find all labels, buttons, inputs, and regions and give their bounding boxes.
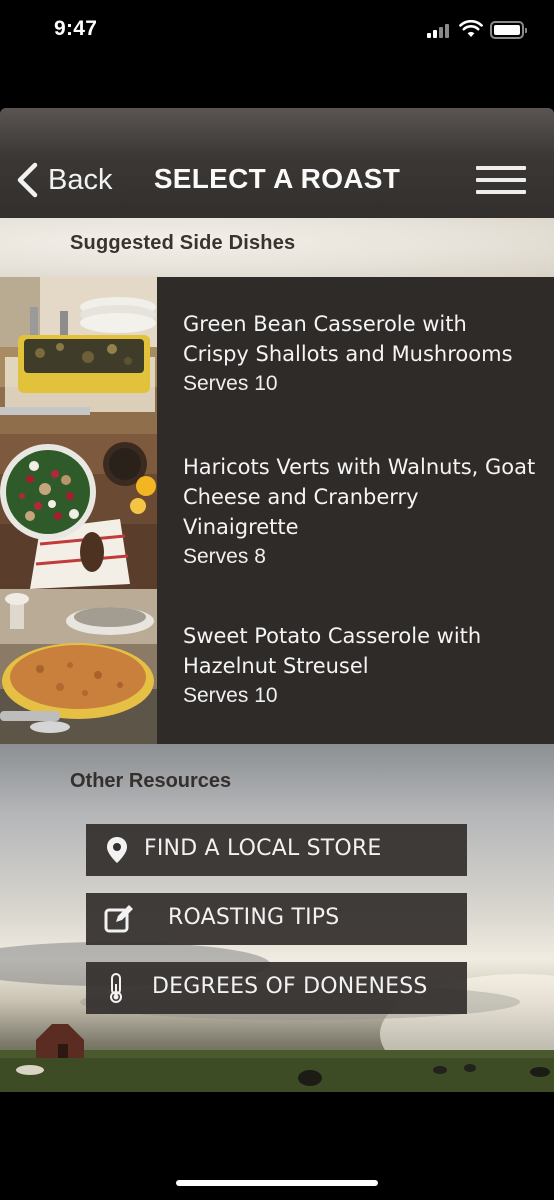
find-local-store-button[interactable]: FIND A LOCAL STORE — [86, 824, 467, 876]
page-title: SELECT A ROAST — [153, 163, 401, 194]
dish-name-line: Vinaigrette — [183, 515, 299, 539]
degrees-of-doneness-label: DEGREES OF DONENESS — [152, 974, 428, 999]
status-time: 9:47 — [54, 17, 98, 40]
wifi-icon — [459, 20, 483, 37]
sweet-potato-casserole-photo — [0, 589, 157, 744]
dish-name-line: Crispy Shallots and Mushrooms — [183, 342, 513, 366]
dish-name-line: Green Bean Casserole with — [183, 312, 467, 336]
green-bean-casserole-photo — [0, 277, 157, 434]
app-window: Back SELECT A ROAST Suggested Side Dishe… — [0, 108, 554, 1092]
roasting-tips-button[interactable]: ROASTING TIPS — [86, 893, 467, 945]
back-label: Back — [48, 163, 113, 196]
dish-serves: Serves 10 — [183, 684, 278, 707]
cellular-signal-icon — [427, 24, 453, 38]
dish-serves: Serves 10 — [183, 372, 278, 395]
chevron-left-icon — [17, 162, 38, 198]
back-button[interactable]: Back — [14, 160, 112, 200]
thermometer-icon — [110, 973, 122, 1003]
roasting-tips-label: ROASTING TIPS — [168, 905, 340, 930]
navigation-bar: Back SELECT A ROAST — [0, 108, 554, 218]
dish-text: Haricots Verts with Walnuts, Goat Cheese… — [183, 452, 544, 572]
hamburger-menu-button[interactable] — [476, 166, 528, 196]
list-item-sweet-potato-casserole[interactable]: Sweet Potato Casserole with Hazelnut Str… — [0, 589, 554, 744]
section-header: Suggested Side Dishes — [0, 218, 554, 277]
degrees-of-doneness-button[interactable]: DEGREES OF DONENESS — [86, 962, 467, 1014]
location-pin-icon — [107, 837, 127, 863]
dish-name-line: Sweet Potato Casserole with — [183, 624, 482, 648]
home-indicator[interactable] — [176, 1180, 378, 1186]
other-resources-section: Other Resources FIND A LOCAL STORE ROAST… — [0, 744, 554, 1092]
list-item-green-bean-casserole[interactable]: Green Bean Casserole with Crispy Shallot… — [0, 277, 554, 434]
status-bar: 9:47 — [0, 0, 554, 108]
section-header-label: Suggested Side Dishes — [70, 232, 296, 254]
dish-text: Green Bean Casserole with Crispy Shallot… — [183, 309, 544, 399]
find-local-store-label: FIND A LOCAL STORE — [144, 836, 382, 861]
dish-serves: Serves 8 — [183, 545, 266, 568]
dish-name-line: Cheese and Cranberry — [183, 485, 419, 509]
resources-title: Other Resources — [70, 770, 232, 792]
edit-icon — [104, 905, 133, 933]
dish-name-line: Hazelnut Streusel — [183, 654, 369, 678]
battery-icon — [490, 21, 527, 39]
dish-text: Sweet Potato Casserole with Hazelnut Str… — [183, 621, 544, 711]
haricots-verts-photo — [0, 434, 157, 589]
list-item-haricots-verts[interactable]: Haricots Verts with Walnuts, Goat Cheese… — [0, 434, 554, 589]
dish-name-line: Haricots Verts with Walnuts, Goat — [183, 455, 536, 479]
